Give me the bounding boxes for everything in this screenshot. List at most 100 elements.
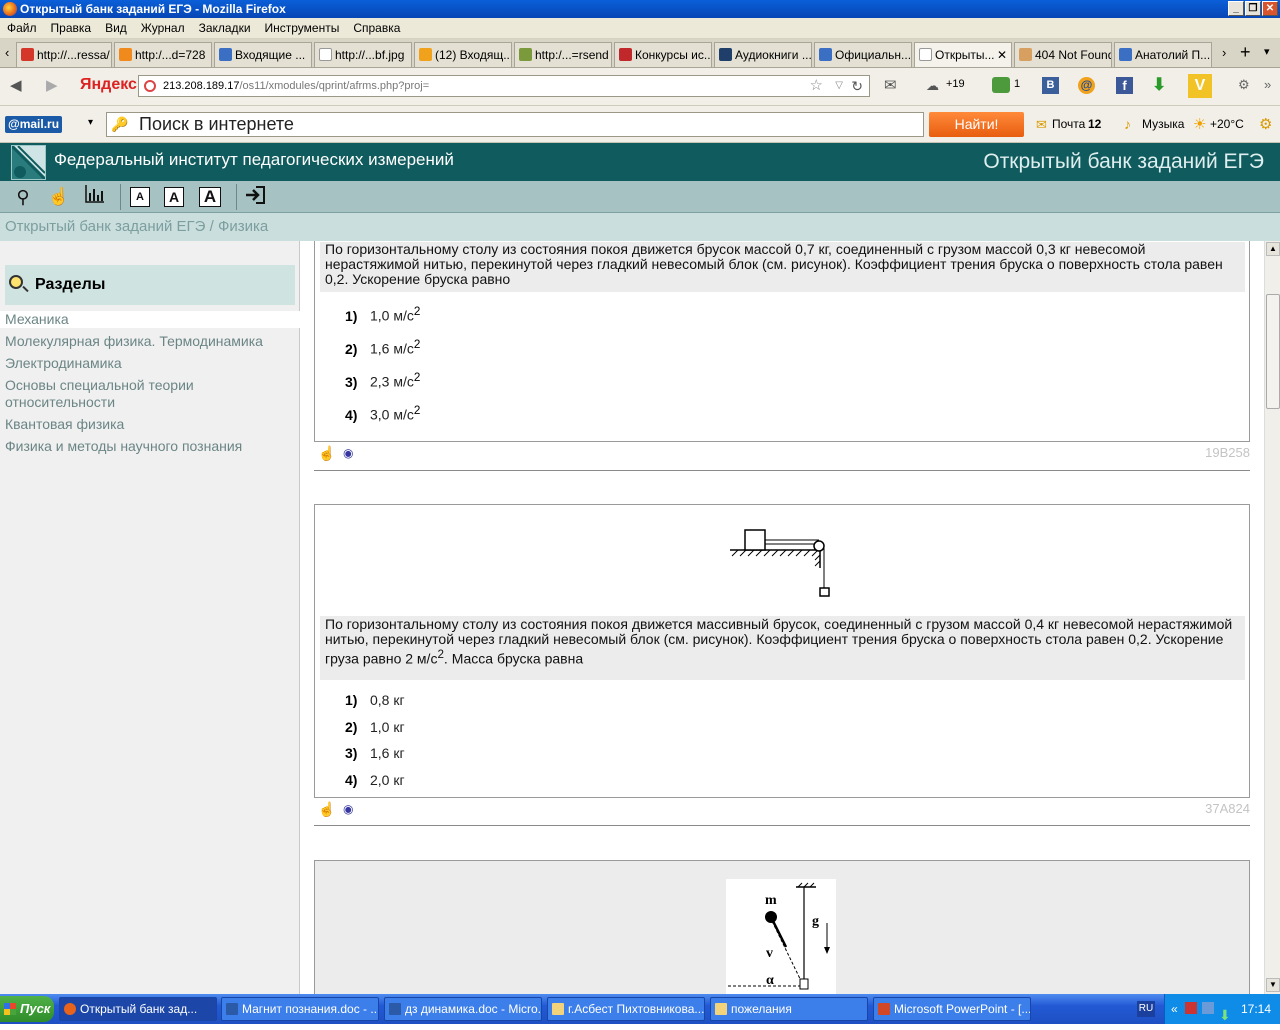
tab-12[interactable]: Анатолий П...: [1114, 42, 1212, 67]
mail-icon[interactable]: ✉: [884, 77, 897, 95]
tab-8[interactable]: Аудиокниги ...: [714, 42, 812, 67]
forward-icon[interactable]: ▶: [46, 77, 58, 95]
taskbar-item-word-1[interactable]: Магнит познания.doc - ...: [221, 997, 379, 1021]
language-indicator[interactable]: RU: [1137, 1001, 1155, 1017]
music-note-icon[interactable]: ♪: [1124, 116, 1131, 132]
answer-option[interactable]: 4) 3,0 м/с2: [345, 404, 420, 423]
back-icon[interactable]: ◀: [10, 77, 22, 95]
yandex-logo[interactable]: Яндекс: [80, 76, 137, 94]
vk-icon[interactable]: B: [1042, 77, 1059, 94]
eye-icon[interactable]: ◉: [343, 802, 353, 816]
antivirus-icon[interactable]: [1185, 1002, 1197, 1014]
clock[interactable]: 17:14: [1241, 994, 1271, 1024]
hand-pointer-icon[interactable]: ☝: [318, 801, 335, 818]
mail-agent-icon[interactable]: @: [1078, 77, 1095, 94]
menu-tools[interactable]: Инструменты: [258, 18, 347, 39]
menu-view[interactable]: Вид: [98, 18, 134, 39]
tab-10-active[interactable]: Открыты... ✕: [914, 42, 1012, 67]
answer-option[interactable]: 3) 2,3 м/с2: [345, 371, 420, 390]
notification-icon[interactable]: [992, 77, 1010, 93]
tray-download-icon[interactable]: ⬇: [1219, 1000, 1231, 1030]
tab-scroll-right-icon[interactable]: ›: [1222, 45, 1226, 60]
tab-2[interactable]: http:/...d=728: [114, 42, 212, 67]
menu-help[interactable]: Справка: [346, 18, 407, 39]
reload-icon[interactable]: ↻: [851, 76, 863, 96]
web-search-input[interactable]: 🔑 Поиск в интернете: [106, 112, 924, 137]
section-mechanics[interactable]: Механика: [0, 311, 300, 328]
scroll-up-arrow[interactable]: ▲: [1266, 242, 1280, 256]
mail-label[interactable]: Почта: [1052, 117, 1085, 131]
answer-option[interactable]: 4) 2,0 кг: [345, 772, 405, 788]
statistics-icon[interactable]: [82, 185, 108, 209]
close-button[interactable]: ✕: [1262, 1, 1278, 16]
menu-history[interactable]: Журнал: [134, 18, 192, 39]
breadcrumb[interactable]: Открытый банк заданий ЕГЭ / Физика: [0, 213, 1280, 241]
hand-pointer-icon[interactable]: ☝: [46, 185, 72, 209]
new-tab-icon[interactable]: +: [1240, 42, 1251, 63]
tab-9[interactable]: Официальн...: [814, 42, 912, 67]
mail-envelope-icon[interactable]: ✉: [1036, 117, 1047, 133]
scroll-down-arrow[interactable]: ▼: [1266, 978, 1280, 992]
vinci-icon[interactable]: V: [1188, 74, 1212, 98]
mailru-menu-icon[interactable]: ▾: [88, 117, 93, 128]
extension-icon[interactable]: ⚙: [1238, 77, 1250, 93]
tab-close-icon[interactable]: ✕: [997, 43, 1007, 67]
section-electrodynamics[interactable]: Электродинамика: [5, 355, 122, 372]
section-molecular-physics[interactable]: Молекулярная физика. Термодинамика: [5, 333, 263, 350]
tab-3[interactable]: Входящие ...: [214, 42, 312, 67]
answer-option[interactable]: 2) 1,6 м/с2: [345, 338, 420, 357]
taskbar-item-powerpoint[interactable]: Microsoft PowerPoint - [...: [873, 997, 1031, 1021]
start-button[interactable]: Пуск: [0, 996, 54, 1022]
search-find-button[interactable]: Найти!: [929, 112, 1024, 137]
more-tools-icon[interactable]: »: [1264, 77, 1271, 92]
content-scrollbar[interactable]: ▲ ▼: [1264, 241, 1280, 994]
tab-7[interactable]: Конкурсы ис...: [614, 42, 712, 67]
tray-expand-icon[interactable]: «: [1171, 994, 1178, 1024]
url-bar[interactable]: 213.208.189.17/os11/xmodules/qprint/afrm…: [138, 75, 870, 97]
taskbar-item-folder-1[interactable]: г.Асбест Пихтовникова...: [547, 997, 705, 1021]
answer-option[interactable]: 1) 1,0 м/с2: [345, 305, 420, 324]
settings-gear-icon[interactable]: ⚙: [1259, 115, 1272, 133]
taskbar-item-folder-2[interactable]: пожелания: [710, 997, 868, 1021]
url-host: 213.208.189.17: [163, 80, 240, 92]
search-icon[interactable]: ⚲: [10, 185, 36, 209]
cloud-icon[interactable]: ☁: [926, 77, 939, 95]
taskbar-item-firefox[interactable]: Открытый банк зад...: [59, 997, 217, 1021]
music-label[interactable]: Музыка: [1142, 117, 1184, 131]
network-icon[interactable]: [1202, 1002, 1214, 1014]
answer-option[interactable]: 1) 0,8 кг: [345, 692, 405, 708]
tab-4[interactable]: http://...bf.jpg: [314, 42, 412, 67]
bookmark-star-icon[interactable]: ☆: [810, 76, 823, 96]
facebook-icon[interactable]: f: [1116, 77, 1133, 94]
font-size-small-button[interactable]: A: [130, 187, 150, 207]
tab-scroll-left-icon[interactable]: ‹: [5, 45, 9, 60]
weather-temp[interactable]: +20°C: [1210, 117, 1244, 131]
minimize-button[interactable]: _: [1228, 1, 1244, 16]
tab-label: Анатолий П...: [1135, 48, 1211, 62]
scroll-thumb[interactable]: [1266, 294, 1280, 409]
tab-1[interactable]: http://...ressa/: [16, 42, 112, 67]
exit-icon[interactable]: [242, 185, 268, 209]
hand-pointer-icon[interactable]: ☝: [318, 445, 335, 462]
fipi-logo[interactable]: [10, 144, 47, 181]
font-size-medium-button[interactable]: A: [164, 187, 184, 207]
section-scientific-methods[interactable]: Физика и методы научного познания: [5, 438, 242, 455]
mailru-logo[interactable]: @mail.ru: [5, 116, 63, 133]
taskbar-item-word-2[interactable]: дз динамика.doc - Micro...: [384, 997, 542, 1021]
answer-option[interactable]: 3) 1,6 кг: [345, 745, 405, 761]
answer-option[interactable]: 2) 1,0 кг: [345, 719, 405, 735]
section-relativity[interactable]: Основы специальной теории относительност…: [5, 377, 235, 411]
font-size-large-button[interactable]: A: [199, 187, 221, 207]
menu-edit[interactable]: Правка: [44, 18, 99, 39]
download-icon[interactable]: ⬇: [1152, 75, 1166, 95]
eye-icon[interactable]: ◉: [343, 446, 353, 460]
maximize-button[interactable]: ❐: [1245, 1, 1261, 16]
section-quantum-physics[interactable]: Квантовая физика: [5, 416, 124, 433]
menu-bookmarks[interactable]: Закладки: [192, 18, 258, 39]
tab-6[interactable]: http:/...=rsend: [514, 42, 612, 67]
tab-11[interactable]: 404 Not Found: [1014, 42, 1112, 67]
tab-list-icon[interactable]: ▾: [1264, 45, 1270, 58]
tab-5[interactable]: (12) Входящ...: [414, 42, 512, 67]
menu-file[interactable]: Файл: [0, 18, 44, 39]
url-dropdown-icon[interactable]: ▽: [835, 76, 843, 96]
